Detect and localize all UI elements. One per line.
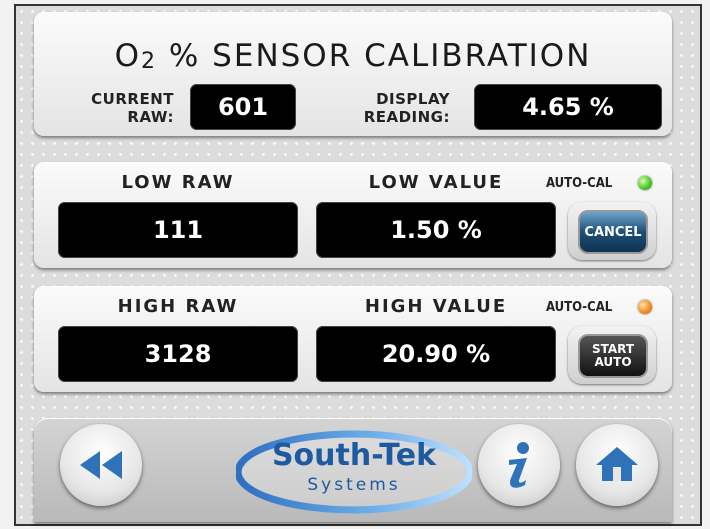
high-raw-field[interactable]: 3128	[58, 326, 298, 382]
cancel-button[interactable]: CANCEL	[578, 210, 648, 254]
back-button[interactable]	[60, 424, 142, 506]
high-autocal-led-icon	[638, 300, 652, 314]
south-tek-logo: South-Tek Systems	[234, 428, 474, 514]
low-autocal-led-icon	[638, 176, 652, 190]
logo-text-main: South-Tek	[271, 438, 437, 473]
high-raw-label: HIGH RAW	[117, 296, 239, 317]
low-calibration-panel: LOW RAW LOW VALUE AUTO-CAL 111 1.50 % CA…	[34, 162, 672, 268]
high-value-label: HIGH VALUE	[364, 296, 508, 317]
low-autocal-label: AUTO-CAL	[546, 176, 613, 191]
rewind-icon	[80, 451, 122, 479]
display-reading-value: 4.65 %	[474, 84, 662, 130]
start-auto-button[interactable]: START AUTO	[578, 334, 648, 378]
header-panel: O2 % SENSOR CALIBRATION CURRENT RAW: 601…	[34, 12, 672, 136]
low-raw-label: LOW RAW	[121, 172, 235, 193]
current-raw-label-line2: RAW:	[127, 108, 174, 126]
current-raw-value: 601	[190, 84, 296, 130]
low-value-label: LOW VALUE	[368, 172, 504, 193]
info-icon	[509, 442, 529, 488]
page-title: O2 % SENSOR CALIBRATION	[34, 38, 672, 74]
info-button[interactable]	[478, 424, 560, 506]
display-reading-label-line1: DISPLAY	[376, 90, 450, 108]
high-calibration-panel: HIGH RAW HIGH VALUE AUTO-CAL 3128 20.90 …	[34, 286, 672, 392]
home-button[interactable]	[576, 424, 658, 506]
current-raw-label-line1: CURRENT	[91, 90, 174, 108]
high-autocal-label: AUTO-CAL	[546, 300, 613, 315]
low-raw-field[interactable]: 111	[58, 202, 298, 258]
logo-text-sub: Systems	[307, 475, 401, 495]
home-icon	[596, 447, 638, 481]
display-reading-label-line2: READING:	[363, 108, 450, 126]
high-value-field[interactable]: 20.90 %	[316, 326, 556, 382]
current-raw-label: CURRENT RAW:	[46, 90, 174, 126]
start-auto-line2: AUTO	[594, 355, 632, 369]
low-value-field[interactable]: 1.50 %	[316, 202, 556, 258]
display-reading-label: DISPLAY READING:	[326, 90, 450, 126]
title-subscript: 2	[141, 49, 158, 74]
title-prefix: O	[114, 38, 142, 74]
title-rest: % SENSOR CALIBRATION	[157, 38, 592, 74]
